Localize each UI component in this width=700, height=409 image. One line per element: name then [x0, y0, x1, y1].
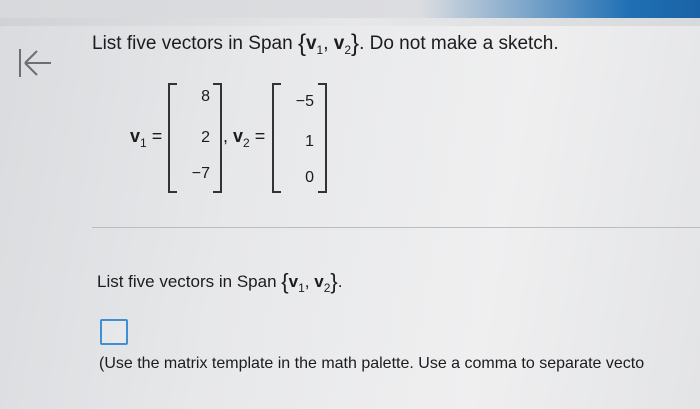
question-text: List five vectors in Span {v1, v2}. Do n…	[92, 30, 559, 58]
v2-bracket-right	[318, 83, 327, 193]
v2-bracket-left	[272, 83, 281, 193]
answer-v1-name: v	[288, 272, 299, 291]
brace-open: {	[297, 30, 306, 57]
v1-entry-2: 2	[201, 129, 210, 146]
v2-entry-2: 1	[305, 133, 314, 150]
v2-label-letter: v	[233, 126, 244, 146]
span-expression: {v1, v2}	[298, 30, 359, 58]
vector-definitions: v1 = 8 2 −7 , v2 = −5 1 0	[122, 83, 342, 195]
answer-prompt-text: List five vectors in Span	[97, 272, 277, 291]
brace-close: }	[351, 30, 360, 57]
top-strip	[0, 18, 700, 26]
vector-v1-name: v	[305, 33, 317, 54]
v1-label: v1 =	[130, 126, 162, 150]
answer-v1-subscript: 1	[298, 281, 305, 295]
answer-brace-close: }	[330, 269, 338, 294]
v1-entry-3: −7	[191, 165, 210, 182]
v1-equals: =	[151, 126, 163, 146]
question-intro: List five vectors in Span	[92, 33, 293, 54]
v2-entry-1: −5	[295, 93, 314, 110]
answer-hint: (Use the matrix template in the math pal…	[99, 355, 645, 372]
v2-label-subscript: 2	[243, 136, 250, 150]
v1-entry-1: 8	[201, 88, 210, 105]
vector-v2-name: v	[333, 33, 345, 54]
v1-bracket-right	[213, 83, 222, 193]
v1-label-letter: v	[130, 126, 141, 146]
span-comma: ,	[323, 33, 329, 54]
vector-separator: ,	[223, 126, 229, 146]
v2-entry-3: 0	[305, 169, 314, 186]
v2-label: , v2 =	[223, 126, 265, 150]
answer-brace-open: {	[281, 269, 289, 294]
section-divider	[92, 227, 700, 228]
v1-label-subscript: 1	[140, 136, 147, 150]
v1-bracket-left	[168, 83, 177, 193]
question-instruction: . Do not make a sketch.	[359, 33, 559, 54]
answer-prompt: List five vectors in Span {v1, v2}.	[97, 269, 343, 295]
v2-equals: =	[254, 126, 266, 146]
back-arrow-icon[interactable]	[15, 46, 55, 80]
answer-period: .	[337, 272, 343, 291]
answer-input[interactable]	[100, 319, 128, 345]
answer-v2-name: v	[314, 272, 324, 291]
answer-span-comma: ,	[304, 272, 310, 291]
answer-span-expression: {v1, v2}	[281, 269, 338, 295]
